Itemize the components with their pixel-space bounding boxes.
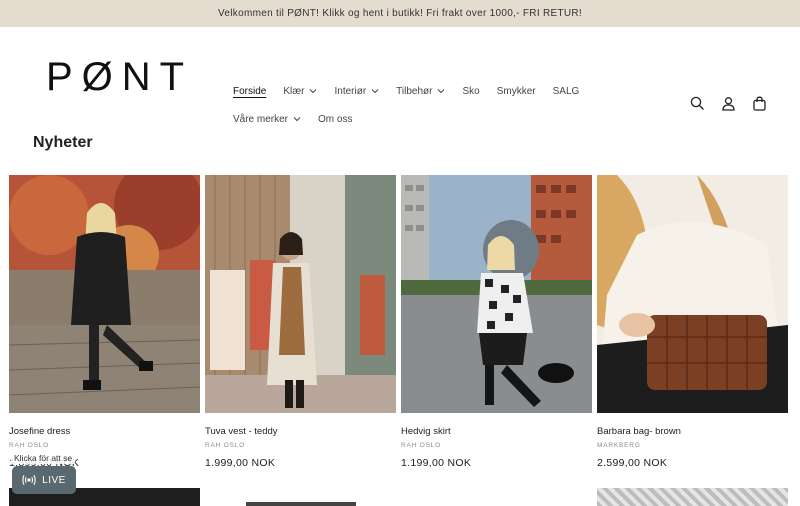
product-price: 1.999,00 NOK (205, 457, 276, 469)
product-card[interactable]: Tuva vest - teddy RAH OSLO 1.999,00 NOK (205, 175, 396, 469)
product-grid-next-row (9, 488, 788, 506)
nav-item-tilbehor[interactable]: Tilbehør (396, 77, 445, 105)
product-image[interactable] (597, 175, 788, 413)
product-grid: Josefine dress RAH OSLO 1.899,00 NOK (9, 175, 788, 469)
header-icons (689, 95, 768, 112)
product-vendor: MARKBERG (597, 442, 641, 449)
account-icon[interactable] (720, 95, 737, 112)
nav-item-salg[interactable]: SALG (553, 77, 580, 105)
product-image[interactable] (401, 175, 592, 413)
brand-logo[interactable]: PØNT (46, 57, 193, 97)
chevron-down-icon (310, 89, 317, 94)
nav-item-om-oss[interactable]: Om oss (318, 105, 352, 133)
product-image[interactable] (205, 175, 396, 413)
nav-item-interior[interactable]: Interiør (334, 77, 379, 105)
nav-item-sko[interactable]: Sko (462, 77, 479, 105)
main-nav: Forside Klær Interiør Tilbehør Sko Smykk… (233, 77, 673, 133)
chevron-down-icon (293, 117, 301, 122)
chevron-down-icon (371, 89, 379, 94)
nav-item-vare-merker[interactable]: Våre merker (233, 105, 301, 133)
section-title: Nyheter (33, 134, 93, 151)
live-hint[interactable]: Klicka för att se (11, 452, 76, 464)
product-image[interactable] (205, 488, 396, 506)
product-title[interactable]: Hedvig skirt (401, 426, 592, 437)
live-label: LIVE (42, 474, 66, 486)
product-price: 1.199,00 NOK (401, 457, 472, 469)
product-vendor: RAH OSLO (401, 442, 441, 449)
nav-item-smykker[interactable]: Smykker (497, 77, 536, 105)
nav-item-klaer[interactable]: Klær (283, 77, 317, 105)
site-header: PØNT Forside Klær Interiør Tilbehør Sko … (0, 27, 800, 125)
product-card[interactable]: Hedvig skirt RAH OSLO 1.199,00 NOK (401, 175, 592, 469)
product-card[interactable]: Josefine dress RAH OSLO 1.899,00 NOK (9, 175, 200, 469)
product-image[interactable] (401, 488, 592, 506)
product-title[interactable]: Barbara bag- brown (597, 426, 788, 437)
live-button[interactable]: LIVE (12, 466, 76, 494)
product-title[interactable]: Tuva vest - teddy (205, 426, 396, 437)
nav-item-forside[interactable]: Forside (233, 77, 266, 105)
product-vendor: RAH OSLO (9, 442, 49, 449)
announcement-text: Velkommen til PØNT! Klikk og hent i buti… (217, 8, 582, 19)
cart-icon[interactable] (751, 95, 768, 112)
product-image[interactable] (597, 488, 788, 506)
product-price: 2.599,00 NOK (597, 457, 668, 469)
announcement-bar: Velkommen til PØNT! Klikk og hent i buti… (0, 0, 800, 27)
product-vendor: RAH OSLO (205, 442, 245, 449)
product-image[interactable] (9, 175, 200, 413)
product-title[interactable]: Josefine dress (9, 426, 200, 437)
product-card[interactable]: Barbara bag- brown MARKBERG 2.599,00 NOK (597, 175, 788, 469)
broadcast-icon (22, 474, 36, 486)
search-icon[interactable] (689, 95, 706, 112)
chevron-down-icon (438, 89, 445, 94)
